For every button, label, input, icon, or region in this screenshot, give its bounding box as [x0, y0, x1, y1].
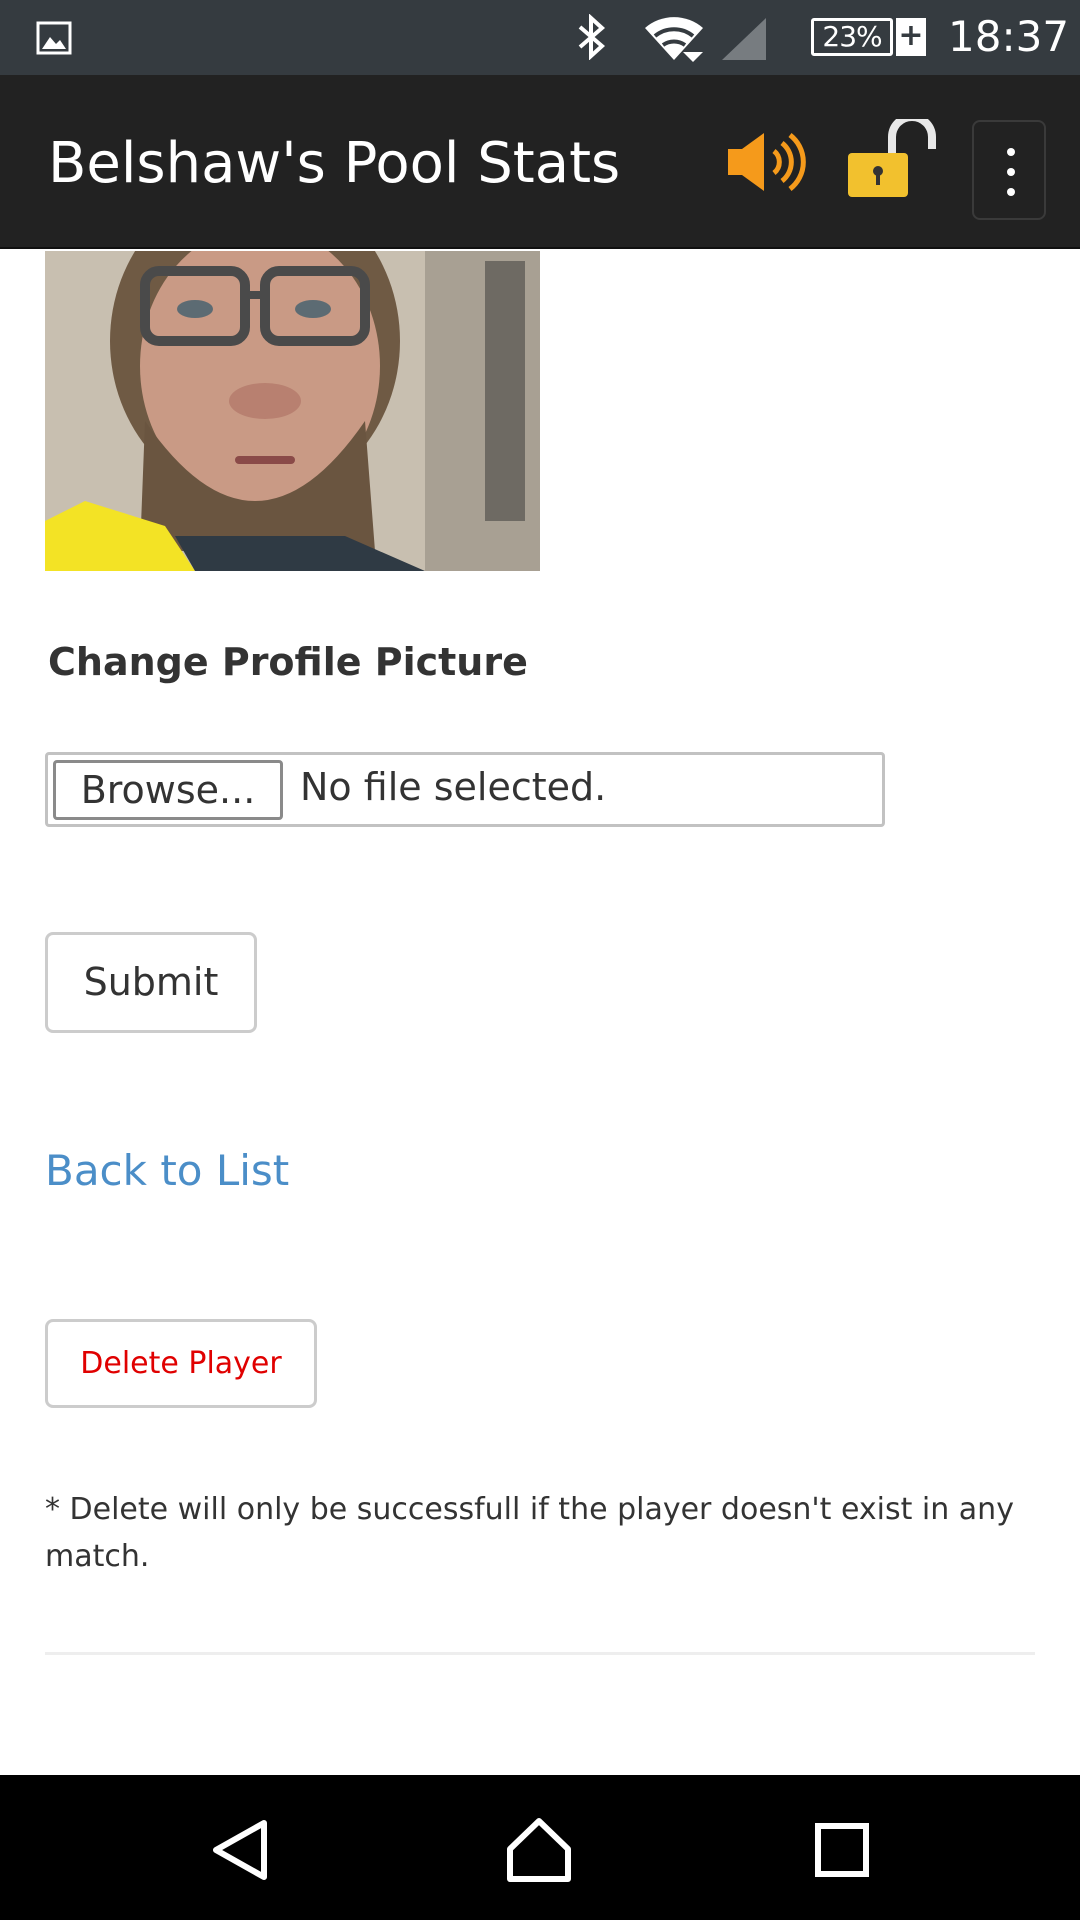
home-icon[interactable]	[506, 1817, 572, 1887]
browse-button[interactable]: Browse...	[53, 760, 283, 820]
battery-icon: 23%	[811, 18, 893, 56]
clock: 18:37	[948, 12, 1070, 61]
delete-note: * Delete will only be successfull if the…	[45, 1492, 1014, 1574]
app-title: Belshaw's Pool Stats	[48, 131, 621, 196]
charging-indicator: +	[896, 18, 926, 56]
delete-player-button[interactable]: Delete Player	[45, 1319, 317, 1408]
overflow-menu-button[interactable]	[972, 120, 1046, 220]
recent-apps-icon[interactable]	[815, 1823, 869, 1881]
wifi-icon	[643, 14, 705, 68]
submit-button[interactable]: Submit	[45, 932, 257, 1033]
back-to-list-link[interactable]: Back to List	[45, 1146, 289, 1195]
speaker-icon[interactable]	[724, 127, 810, 197]
app-bar: Belshaw's Pool Stats	[0, 75, 1080, 249]
profile-photo	[45, 251, 540, 571]
file-status-text: No file selected.	[300, 765, 607, 809]
profile-picture-file-input[interactable]: Browse... No file selected.	[45, 752, 885, 827]
status-bar: 23% + 18:37	[0, 0, 1080, 75]
signal-icon	[720, 16, 768, 66]
change-profile-picture-heading: Change Profile Picture	[48, 640, 528, 684]
divider	[45, 1652, 1035, 1655]
image-icon	[36, 21, 72, 59]
navigation-bar	[0, 1775, 1080, 1920]
back-icon[interactable]	[210, 1819, 270, 1885]
bluetooth-icon	[574, 13, 610, 64]
unlocked-padlock-icon[interactable]	[846, 113, 938, 201]
battery-percent: 23%	[822, 20, 882, 53]
